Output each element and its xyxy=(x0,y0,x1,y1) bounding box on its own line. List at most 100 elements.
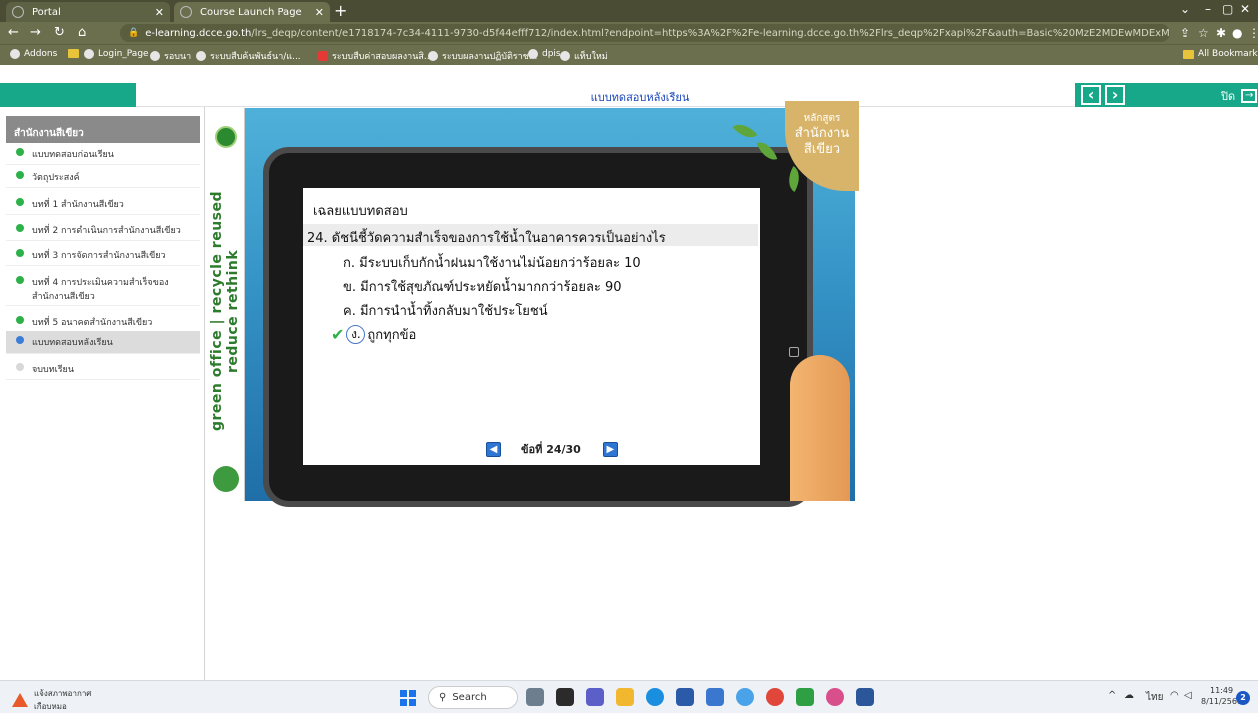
language-indicator[interactable]: ไทย xyxy=(1146,690,1163,705)
file-explorer-icon[interactable] xyxy=(616,688,634,706)
close-icon[interactable]: ✕ xyxy=(315,6,324,19)
extensions-icon[interactable]: ✱ xyxy=(1216,24,1226,42)
globe-icon xyxy=(12,6,24,18)
lock-icon: 🔒 xyxy=(128,28,140,38)
header-left-block xyxy=(0,83,136,107)
outline-item[interactable]: บทที่ 3 การจัดการสำนักงานสีเขียว xyxy=(6,244,200,266)
globe-icon xyxy=(560,51,570,61)
outline-item[interactable]: วัตถุประสงค์ xyxy=(6,166,200,188)
outline-item[interactable]: แบบทดสอบก่อนเรียน xyxy=(6,143,200,165)
quiz-correct-answer[interactable]: ✔ ง. ถูกทุกข้อ xyxy=(331,324,416,345)
course-header: แบบทดสอบหลังเรียน ‹ › ปิด → xyxy=(0,83,1258,107)
close-label: ปิด xyxy=(1221,90,1236,103)
quiz-question: 24. ดัชนีชี้วัดความสำเร็จของการใช้น้ำในอ… xyxy=(303,224,758,246)
bookmark-item[interactable]: ระบบสืบค่าสอบผลงานสิ... xyxy=(318,49,432,63)
forward-icon[interactable]: → xyxy=(30,24,41,42)
bookmark-item[interactable] xyxy=(68,49,83,58)
quiz-option[interactable]: ข. มีการใช้สุขภัณฑ์ประหยัดน้ำมากกว่าร้อย… xyxy=(343,276,622,297)
question-pager: ◀ ข้อที่ 24/30 ▶ xyxy=(486,440,618,458)
outline-item-active[interactable]: แบบทดสอบหลังเรียน xyxy=(6,331,200,354)
status-dot-icon xyxy=(16,316,24,324)
profile-icon[interactable]: ● xyxy=(1232,24,1242,42)
prev-question-button[interactable]: ◀ xyxy=(486,441,501,457)
all-bookmarks[interactable]: All Bookmarks xyxy=(1183,49,1258,59)
mail-icon[interactable] xyxy=(706,688,724,706)
weather-widget[interactable]: แจ้งสภาพอากาศ เกือบหมอ xyxy=(12,687,91,713)
reload-icon[interactable]: ↻ xyxy=(54,24,65,42)
line-icon[interactable] xyxy=(796,688,814,706)
restore-icon[interactable]: ▢ xyxy=(1222,2,1233,16)
store-icon[interactable] xyxy=(676,688,694,706)
bookmarks-bar: Addons Login_Page รอบนา ระบบสืบค้นพันธ์น… xyxy=(0,44,1258,65)
taskbar-search[interactable]: ⚲ Search xyxy=(428,686,518,709)
minimize-icon[interactable]: – xyxy=(1205,2,1211,16)
header-right-block: ‹ › ปิด → xyxy=(1075,83,1258,107)
outline-item[interactable]: จบบทเรียน xyxy=(6,358,200,380)
quiz-option[interactable]: ค. มีการนำน้ำทิ้งกลับมาใช้ประโยชน์ xyxy=(343,300,548,321)
app-icon[interactable] xyxy=(526,688,544,706)
prev-slide-button[interactable]: ‹ xyxy=(1081,85,1101,105)
chrome-icon[interactable] xyxy=(766,688,784,706)
back-icon[interactable]: ← xyxy=(8,24,19,42)
tab-portal[interactable]: Portal ✕ xyxy=(6,2,170,22)
badge-line1: หลักสูตร xyxy=(803,113,841,124)
answer-letter: ง. xyxy=(346,325,366,344)
next-slide-button[interactable]: › xyxy=(1105,85,1125,105)
search-icon: ⚲ xyxy=(439,692,447,703)
word-icon[interactable] xyxy=(856,688,874,706)
green-office-logo-icon xyxy=(215,126,237,148)
tab-course-launch[interactable]: Course Launch Page ✕ xyxy=(174,2,330,22)
next-question-button[interactable]: ▶ xyxy=(602,441,618,457)
bookmark-item[interactable]: รอบนา xyxy=(150,49,191,63)
app-icon[interactable] xyxy=(736,688,754,706)
bookmark-item[interactable]: Login_Page xyxy=(84,49,149,59)
edge-icon[interactable] xyxy=(646,688,664,706)
cloud-icon[interactable]: ☁ xyxy=(1124,690,1134,701)
wifi-icon[interactable]: ◠ xyxy=(1170,690,1179,701)
address-bar[interactable]: 🔒 e-learning.dcce.go.th /lrs_deqp/conten… xyxy=(120,24,1170,42)
window-close-icon[interactable]: ✕ xyxy=(1240,2,1250,16)
bookmark-item[interactable]: ระบบสืบค้นพันธ์นา/แ... xyxy=(196,49,301,63)
course-title: แบบทดสอบหลังเรียน xyxy=(590,91,690,104)
notification-badge[interactable]: 2 xyxy=(1236,691,1250,705)
outline-item[interactable]: บทที่ 1 สำนักงานสีเขียว xyxy=(6,193,200,215)
warning-icon xyxy=(12,693,28,707)
status-dot-icon xyxy=(16,363,24,371)
exit-icon: → xyxy=(1241,89,1258,103)
quiz-panel: เฉลยแบบทดสอบ 24. ดัชนีชี้วัดความสำเร็จขอ… xyxy=(303,188,760,465)
bookmark-item[interactable]: ระบบผลงานปฏิบัติราช... xyxy=(428,49,537,63)
bookmark-item[interactable]: แท็บใหม่ xyxy=(560,49,608,63)
quiz-option[interactable]: ก. มีระบบเก็บกักน้ำฝนมาใช้งานไม่น้อยกว่า… xyxy=(343,252,641,273)
tab-label: Course Launch Page xyxy=(200,6,302,18)
windows-start-icon[interactable] xyxy=(400,690,416,706)
chevron-down-icon[interactable]: ⌄ xyxy=(1180,2,1190,16)
home-icon[interactable]: ⌂ xyxy=(78,24,86,42)
teams-icon[interactable] xyxy=(586,688,604,706)
bookmark-item[interactable]: dpis xyxy=(528,49,561,59)
checkmark-icon: ✔ xyxy=(331,325,345,344)
bookmark-item[interactable]: Addons xyxy=(10,49,57,59)
outline-item[interactable]: บทที่ 4 การประเมินความสำเร็จของสำนักงานส… xyxy=(6,271,200,306)
close-course-button[interactable]: ปิด → xyxy=(1221,87,1258,105)
menu-icon[interactable]: ⋮ xyxy=(1248,24,1258,42)
close-icon[interactable]: ✕ xyxy=(155,6,164,19)
chevron-up-icon[interactable]: ^ xyxy=(1108,690,1116,701)
task-view-icon[interactable] xyxy=(556,688,574,706)
tablet-home-button-icon xyxy=(789,347,799,357)
volume-icon[interactable]: ◁ xyxy=(1184,690,1192,701)
browser-toolbar: ← → ↻ ⌂ 🔒 e-learning.dcce.go.th /lrs_deq… xyxy=(0,22,1258,44)
app-icon xyxy=(318,51,328,61)
globe-icon xyxy=(180,6,192,18)
outline-item[interactable]: บทที่ 2 การดำเนินการสำนักงานสีเขียว xyxy=(6,219,200,241)
star-icon[interactable]: ☆ xyxy=(1198,24,1209,42)
outline-item[interactable]: บทที่ 5 อนาคตสำนักงานสีเขียว xyxy=(6,311,200,333)
new-tab-button[interactable]: + xyxy=(334,2,347,20)
globe-icon xyxy=(150,51,160,61)
page-indicator: ข้อที่ 24/30 xyxy=(521,443,581,456)
course-outline: สำนักงานสีเขียว แบบทดสอบก่อนเรียน วัตถุป… xyxy=(0,107,205,680)
share-icon[interactable]: ⇪ xyxy=(1180,24,1190,42)
windows-taskbar: แจ้งสภาพอากาศ เกือบหมอ ⚲ Search ^ ☁ ไทย … xyxy=(0,680,1258,713)
app-icon[interactable] xyxy=(826,688,844,706)
badge-line2: สำนักงาน xyxy=(794,126,850,141)
vertical-slogan: green office | recycle reused reduce ret… xyxy=(209,190,241,432)
